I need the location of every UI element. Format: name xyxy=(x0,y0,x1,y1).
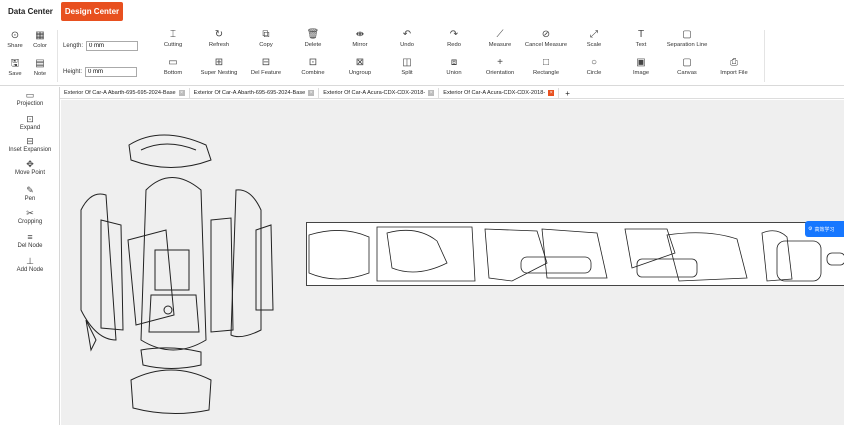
left-sidebar: ▭ Projection ⊡ Expand ⊟ Inset Expansion ✥ Mo… xyxy=(0,87,60,425)
note-icon: ▤ xyxy=(35,58,45,69)
undo-button[interactable]: ↶ Undo xyxy=(382,29,432,53)
crosshair-icon: + xyxy=(497,57,503,68)
height-field: Height: xyxy=(63,67,138,77)
ruler-icon: ⟋ xyxy=(496,29,504,40)
circle-button[interactable]: ○ Circle xyxy=(569,57,619,81)
add-tab-button[interactable]: + xyxy=(559,89,576,98)
cropping-button[interactable]: ✂ Cropping xyxy=(0,208,60,226)
split-icon: ◫ xyxy=(402,57,412,68)
expand-button[interactable]: ⊡ Expand xyxy=(0,114,60,132)
text-button[interactable]: T Text xyxy=(616,29,666,53)
rectangle-icon: □ xyxy=(542,57,550,68)
pen-button[interactable]: ✎ Pen xyxy=(0,185,60,203)
cancel-measure-button[interactable]: ⊘ Cancel Measure xyxy=(521,29,571,53)
length-field: Length: xyxy=(63,41,139,51)
split-button[interactable]: ◫ Split xyxy=(382,57,432,81)
nesting-icon: ⊞ xyxy=(214,57,224,68)
toolbar: ⊙Share ▦Color 🖫Save ▤Note Length: Height… xyxy=(0,26,844,86)
circle-icon: ○ xyxy=(590,57,598,68)
separation-line-icon: ▢ xyxy=(682,29,692,40)
inset-expansion-icon: ⊟ xyxy=(26,136,34,146)
ungroup-icon: ⊠ xyxy=(355,57,365,68)
pen-icon: ✎ xyxy=(26,185,34,195)
cutting-button[interactable]: ⌶ Cutting xyxy=(148,29,198,53)
import-file-icon: ⎙ xyxy=(730,57,738,68)
share-button[interactable]: ⊙ Share xyxy=(4,30,26,54)
copy-button[interactable]: ⧉ Copy xyxy=(241,29,291,53)
close-icon[interactable]: × xyxy=(178,90,185,96)
bottom-button[interactable]: ▭ Bottom xyxy=(148,57,198,81)
close-icon[interactable]: × xyxy=(548,90,555,96)
float-help-button[interactable]: ⚙ 高效学习 xyxy=(805,221,844,237)
copy-icon: ⧉ xyxy=(262,29,270,40)
save-button[interactable]: 🖫 Save xyxy=(4,58,26,82)
combine-icon: ⊡ xyxy=(308,57,318,68)
rectangle-button[interactable]: □ Rectangle xyxy=(521,57,571,81)
combine-button[interactable]: ⊡ Combine xyxy=(288,57,338,81)
canvas-icon: ▢ xyxy=(682,57,692,68)
tab-active[interactable]: Exterior Of Car-A Acura-CDX-CDX-2018- × xyxy=(439,87,560,99)
expand-icon: ⊡ xyxy=(26,114,34,124)
scissors-icon: ✂ xyxy=(26,208,34,218)
share-icon: ⊙ xyxy=(10,30,20,41)
robot-icon: ⚙ xyxy=(808,226,813,232)
undo-icon: ↶ xyxy=(402,29,412,40)
union-button[interactable]: ⧈ Union xyxy=(429,57,479,81)
document-tabs: Exterior Of Car-A Abarth-695-695-2024-Ba… xyxy=(60,87,844,99)
tab[interactable]: Exterior Of Car-A Abarth-695-695-2024-Ba… xyxy=(190,87,320,99)
close-icon[interactable]: × xyxy=(308,90,315,96)
add-node-button[interactable]: ⊥ Add Node xyxy=(0,256,60,274)
length-input[interactable] xyxy=(86,41,139,51)
redo-button[interactable]: ↷ Redo xyxy=(429,29,479,53)
refresh-button[interactable]: ↻ Refresh xyxy=(194,29,244,53)
projection-button[interactable]: ▭ Projection xyxy=(0,90,60,108)
nested-parts-drawing xyxy=(308,226,844,282)
divider xyxy=(764,30,765,82)
image-icon: ▣ xyxy=(636,57,646,68)
move-icon: ✥ xyxy=(26,159,34,169)
del-feature-button[interactable]: ⊟ Del Feature xyxy=(241,57,291,81)
del-feature-icon: ⊟ xyxy=(261,57,271,68)
redo-icon: ↷ xyxy=(449,29,459,40)
tab[interactable]: Exterior Of Car-A Abarth-695-695-2024-Ba… xyxy=(60,87,190,99)
height-input[interactable] xyxy=(85,67,138,77)
color-icon: ▦ xyxy=(35,30,45,41)
move-point-button[interactable]: ✥ Move Point xyxy=(0,159,60,177)
nesting-strip[interactable] xyxy=(306,222,844,286)
delete-button[interactable]: 🗑 Delete xyxy=(288,29,338,53)
inset-expansion-button[interactable]: ⊟ Inset Expansion xyxy=(0,136,60,154)
bottom-icon: ▭ xyxy=(168,57,178,68)
cancel-ruler-icon: ⊘ xyxy=(541,29,551,40)
measure-button[interactable]: ⟋ Measure xyxy=(475,29,525,53)
data-center-button[interactable]: Data Center xyxy=(4,2,57,21)
divider xyxy=(57,30,58,82)
trash-icon: 🗑 xyxy=(306,29,320,40)
close-icon[interactable]: × xyxy=(428,90,435,96)
color-button[interactable]: ▦ Color xyxy=(29,30,51,54)
tab[interactable]: Exterior Of Car-A Acura-CDX-CDX-2018- × xyxy=(319,87,440,99)
mirror-icon: ⇼ xyxy=(355,29,365,40)
import-file-button[interactable]: ⎙ Import File xyxy=(709,57,759,81)
top-nav: Data Center Design Center xyxy=(0,0,844,22)
ungroup-button[interactable]: ⊠ Ungroup xyxy=(335,57,385,81)
del-node-button[interactable]: ≡ Del Node xyxy=(0,232,60,250)
scale-button[interactable]: ⤢ Scale xyxy=(569,29,619,53)
design-center-button[interactable]: Design Center xyxy=(60,1,124,21)
projection-icon: ▭ xyxy=(25,90,35,100)
del-node-icon: ≡ xyxy=(27,232,33,242)
union-icon: ⧈ xyxy=(450,57,458,68)
image-button[interactable]: ▣ Image xyxy=(616,57,666,81)
mirror-button[interactable]: ⇼ Mirror xyxy=(335,29,385,53)
add-node-icon: ⊥ xyxy=(26,256,34,266)
note-button[interactable]: ▤ Note xyxy=(29,58,51,82)
text-icon: T xyxy=(637,29,645,40)
scale-icon: ⤢ xyxy=(590,29,598,40)
orientation-button[interactable]: + Orientation xyxy=(475,57,525,81)
refresh-icon: ↻ xyxy=(214,29,224,40)
separation-line-button[interactable]: ▢ Separation Line xyxy=(662,29,712,53)
cutting-icon: ⌶ xyxy=(170,29,176,40)
canvas-button[interactable]: ▢ Canvas xyxy=(662,57,712,81)
save-icon: 🖫 xyxy=(10,58,20,69)
super-nesting-button[interactable]: ⊞ Super Nesting xyxy=(194,57,244,81)
